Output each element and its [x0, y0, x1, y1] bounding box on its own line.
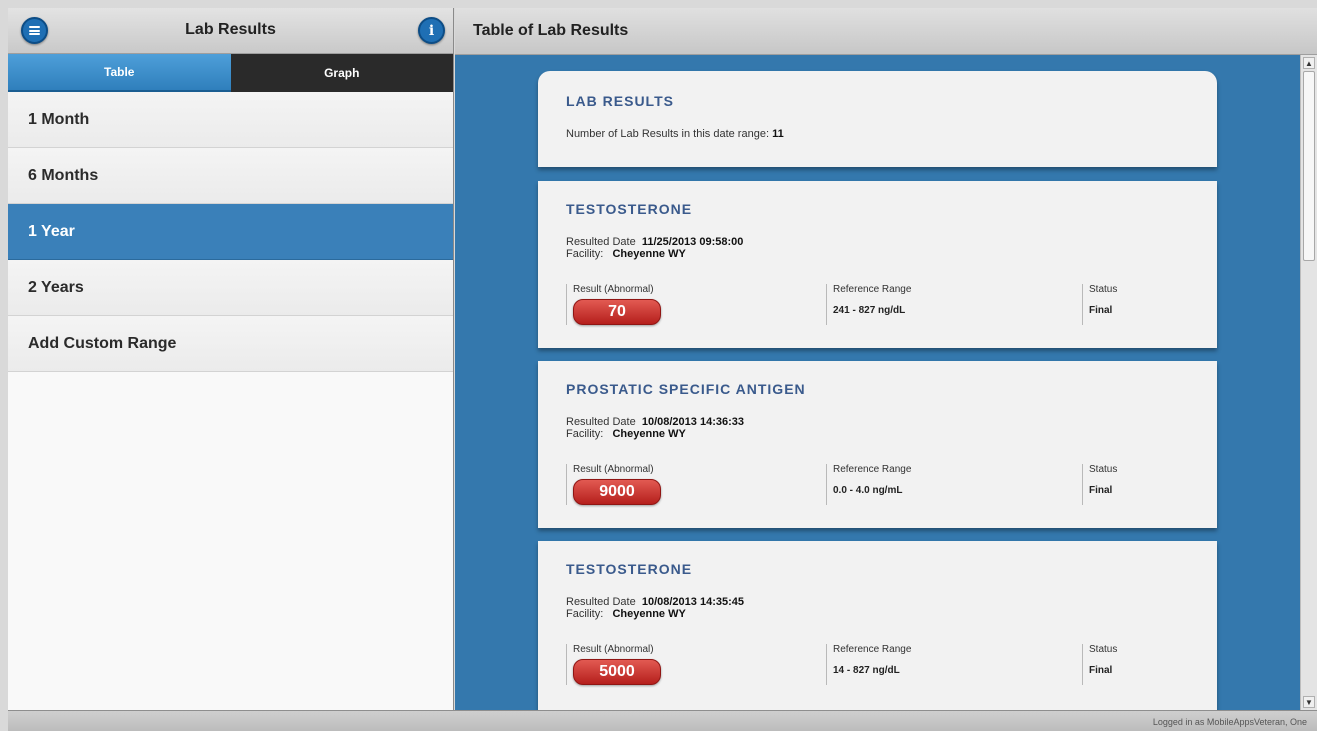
- result-label: Result (Abnormal): [573, 644, 654, 655]
- right-panel-title: Table of Lab Results: [455, 8, 1317, 55]
- footer-bar: Logged in as MobileAppsVeteran, One: [8, 710, 1317, 731]
- status-value: Final: [1089, 665, 1113, 676]
- reference-range-value: 241 - 827 ng/dL: [833, 305, 906, 316]
- result-count-value: 11: [772, 128, 784, 140]
- scroll-up-arrow-icon[interactable]: ▲: [1303, 57, 1315, 69]
- result-label: Result (Abnormal): [573, 464, 654, 475]
- left-panel-title: Lab Results: [185, 21, 276, 38]
- lab-test-name: TESTOSTERONE: [566, 561, 693, 577]
- reference-range-column: Reference Range 0.0 - 4.0 ng/mL: [826, 464, 1082, 505]
- status-column: Status Final: [1082, 644, 1162, 685]
- status-label: Status: [1089, 464, 1118, 475]
- abnormal-result-badge: 5000: [573, 659, 661, 685]
- result-count-label: Number of Lab Results in this date range…: [566, 128, 770, 140]
- result-column: Result (Abnormal) 5000: [566, 644, 826, 685]
- view-tabs: Table Graph: [8, 54, 453, 92]
- summary-heading: LAB RESULTS: [566, 93, 674, 109]
- facility-name: Cheyenne WY: [612, 248, 686, 260]
- resulted-date-label: Resulted Date: [566, 596, 636, 608]
- summary-card: LAB RESULTS Number of Lab Results in thi…: [538, 71, 1217, 167]
- left-panel: Lab Results i Table Graph 1 Month 6 Mont…: [8, 8, 454, 710]
- abnormal-result-badge: 9000: [573, 479, 661, 505]
- status-value: Final: [1089, 485, 1113, 496]
- resulted-date: 11/25/2013 09:58:00: [641, 236, 744, 248]
- app-window: Lab Results i Table Graph 1 Month 6 Mont…: [0, 0, 1317, 731]
- lab-result-card[interactable]: TESTOSTERONE Resulted Date 11/25/2013 09…: [538, 181, 1217, 348]
- resulted-date: 10/08/2013 14:35:45: [641, 596, 744, 608]
- lab-result-meta: Resulted Date 11/25/2013 09:58:00 Facili…: [566, 236, 743, 260]
- result-columns: Result (Abnormal) 5000 Reference Range 1…: [566, 644, 1189, 685]
- info-button[interactable]: i: [418, 17, 445, 44]
- reference-range-label: Reference Range: [833, 284, 912, 295]
- reference-range-column: Reference Range 14 - 827 ng/dL: [826, 644, 1082, 685]
- info-icon: i: [428, 22, 435, 39]
- status-value: Final: [1089, 305, 1113, 316]
- tab-table[interactable]: Table: [8, 54, 231, 92]
- facility-label: Facility:: [566, 248, 604, 260]
- status-label: Status: [1089, 284, 1118, 295]
- range-item-1-year[interactable]: 1 Year: [8, 204, 453, 260]
- lab-result-meta: Resulted Date 10/08/2013 14:35:45 Facili…: [566, 596, 744, 620]
- status-column: Status Final: [1082, 284, 1162, 325]
- result-columns: Result (Abnormal) 9000 Reference Range 0…: [566, 464, 1189, 505]
- vertical-scrollbar[interactable]: ▲ ▼: [1300, 55, 1317, 710]
- status-label: Status: [1089, 644, 1118, 655]
- scrollbar-thumb[interactable]: [1303, 71, 1315, 261]
- lab-result-card[interactable]: TESTOSTERONE Resulted Date 10/08/2013 14…: [538, 541, 1217, 710]
- abnormal-result-badge: 70: [573, 299, 661, 325]
- reference-range-value: 0.0 - 4.0 ng/mL: [833, 485, 903, 496]
- reference-range-label: Reference Range: [833, 644, 912, 655]
- facility-label: Facility:: [566, 428, 604, 440]
- scroll-down-arrow-icon[interactable]: ▼: [1303, 696, 1315, 708]
- add-custom-range-button[interactable]: Add Custom Range: [8, 316, 453, 372]
- result-column: Result (Abnormal) 9000: [566, 464, 826, 505]
- tab-graph[interactable]: Graph: [230, 54, 453, 92]
- results-scroll-area[interactable]: LAB RESULTS Number of Lab Results in thi…: [455, 55, 1300, 710]
- reference-range-column: Reference Range 241 - 827 ng/dL: [826, 284, 1082, 325]
- facility-name: Cheyenne WY: [612, 608, 686, 620]
- result-count: Number of Lab Results in this date range…: [566, 128, 784, 140]
- result-label: Result (Abnormal): [573, 284, 654, 295]
- result-columns: Result (Abnormal) 70 Reference Range 241…: [566, 284, 1189, 325]
- range-item-1-month[interactable]: 1 Month: [8, 92, 453, 148]
- lab-result-card[interactable]: PROSTATIC SPECIFIC ANTIGEN Resulted Date…: [538, 361, 1217, 528]
- reference-range-label: Reference Range: [833, 464, 912, 475]
- facility-name: Cheyenne WY: [612, 428, 686, 440]
- lab-result-meta: Resulted Date 10/08/2013 14:36:33 Facili…: [566, 416, 744, 440]
- result-column: Result (Abnormal) 70: [566, 284, 826, 325]
- lab-test-name: PROSTATIC SPECIFIC ANTIGEN: [566, 381, 806, 397]
- facility-label: Facility:: [566, 608, 604, 620]
- status-column: Status Final: [1082, 464, 1162, 505]
- logged-in-status: Logged in as MobileAppsVeteran, One: [1152, 717, 1307, 727]
- range-item-2-years[interactable]: 2 Years: [8, 260, 453, 316]
- range-item-6-months[interactable]: 6 Months: [8, 148, 453, 204]
- reference-range-value: 14 - 827 ng/dL: [833, 665, 900, 676]
- date-range-list: 1 Month 6 Months 1 Year 2 Years Add Cust…: [8, 92, 453, 372]
- resulted-date: 10/08/2013 14:36:33: [641, 416, 744, 428]
- left-header: Lab Results i: [8, 8, 453, 54]
- right-panel: Table of Lab Results LAB RESULTS Number …: [455, 8, 1317, 710]
- resulted-date-label: Resulted Date: [566, 236, 636, 248]
- lab-test-name: TESTOSTERONE: [566, 201, 693, 217]
- resulted-date-label: Resulted Date: [566, 416, 636, 428]
